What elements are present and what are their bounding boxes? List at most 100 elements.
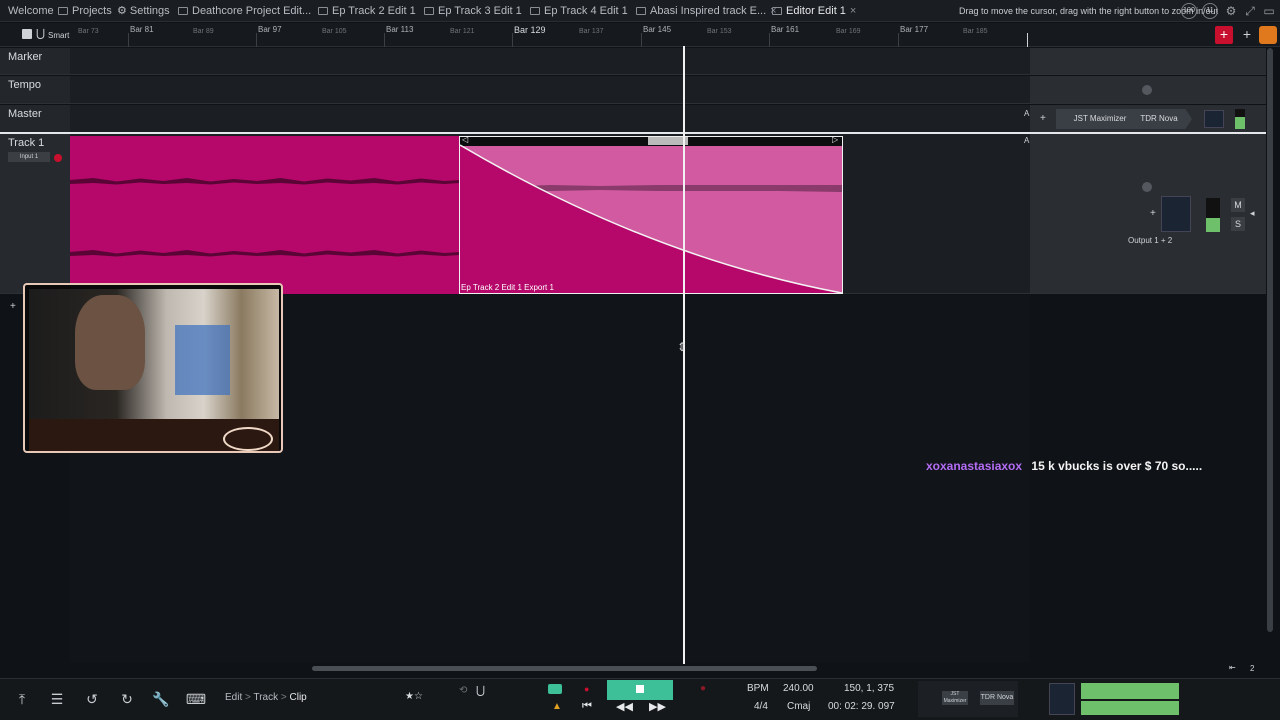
cursor-icon: ⇕ [677,340,688,354]
breadcrumb-edit[interactable]: Edit [225,692,242,703]
key-signature[interactable]: Cmaj [787,701,810,712]
loop-end-marker[interactable] [1027,33,1028,47]
master-lane[interactable] [70,105,1030,132]
horizontal-scrollbar[interactable] [312,666,817,671]
tempo-panel [1030,76,1266,103]
tempo-track-header[interactable]: Tempo [0,76,70,103]
snap-mode-label[interactable]: Smart [48,31,69,40]
tab-ep-track-2[interactable]: Ep Track 2 Edit 1 [318,0,416,22]
tab-ep-track-3[interactable]: Ep Track 3 Edit 1 [424,0,522,22]
bar-label: Bar 169 [836,28,861,35]
settings-gear-icon[interactable]: ⚙ [1224,4,1238,18]
tab-projects[interactable]: Projects [58,0,112,22]
redo-icon[interactable]: ↻ [115,687,139,711]
tab-deathcore-project[interactable]: Deathcore Project Edit... [178,0,311,22]
master-meter-right [1081,701,1179,715]
breadcrumb-clip[interactable]: Clip [290,692,307,703]
webcam-overlay [23,283,283,453]
wrench-icon[interactable]: 🔧 [149,687,173,711]
track-1-level-meter [1206,198,1220,232]
disk-meter-icon[interactable]: 11 [1202,3,1218,19]
zoom-indicator[interactable]: 2 [1250,664,1254,673]
record-arm-icon[interactable] [54,154,62,162]
playhead[interactable] [683,46,685,664]
automation-icon[interactable]: A [1024,109,1029,118]
stop-button[interactable] [607,680,673,700]
track-1-plugin-panel: A + M S ◂ Output 1 + 2 [1024,134,1266,293]
speaker-icon[interactable]: ◂ [1250,208,1255,219]
add-track-button[interactable]: + [1215,26,1233,44]
tab-editor-edit-1[interactable]: Editor Edit 1 × [772,0,856,22]
rewind-icon[interactable]: ◀◀ [616,700,633,713]
automation-icon[interactable]: A [1024,136,1029,145]
export-icon[interactable]: ⤒ [10,687,34,711]
position-time[interactable]: 00: 02: 29. 097 [828,701,895,712]
folder-icon [58,7,68,15]
master-level-meter [1235,109,1245,129]
track-1-input[interactable]: Input 1 [8,152,50,162]
minimize-icon[interactable]: ▭ [1262,4,1276,18]
go-to-start-icon[interactable]: ⏮ [582,700,592,713]
master-track-header[interactable]: Master [0,105,70,132]
add-plugin-icon[interactable]: + [1040,113,1046,124]
tab-settings[interactable]: ⚙ Settings [117,0,170,22]
tab-welcome[interactable]: Welcome [8,0,54,22]
vertical-scrollbar[interactable] [1267,48,1273,632]
marker-panel [1030,48,1266,74]
master-output-icon[interactable] [1204,110,1224,128]
add-track-icon[interactable]: + [10,301,16,312]
pc-case-image [175,325,230,395]
breadcrumb: Edit > Track > Clip [225,692,307,703]
chat-username: xoxanastasiaxox [926,459,1023,473]
warning-icon[interactable]: ▲ [552,701,562,712]
keyboard-icon[interactable]: ⌨ [184,687,208,711]
record-button[interactable]: ● [700,683,706,694]
clip-name-label: Ep Track 2 Edit 1 Export 1 [461,283,554,292]
timeline-ruler[interactable]: ⋃ Smart Bar 73 Bar 81 Bar 89 Bar 97 Bar … [0,23,1280,47]
cpu-meter-icon[interactable]: 100 [1181,3,1197,19]
fast-forward-icon[interactable]: ▶▶ [649,700,666,713]
add-icon[interactable]: + [1238,26,1256,44]
edit-icon [178,7,188,15]
favorite-star-icon[interactable]: ★☆ [405,691,423,702]
zoom-arrows-icon[interactable]: ⇤ [1229,663,1236,672]
knob-icon[interactable] [1142,85,1152,95]
plugin-tdr-nova[interactable]: TDR Nova [1126,109,1192,129]
output-device-icon[interactable] [1049,683,1075,715]
close-icon[interactable]: × [850,5,856,17]
tempo-lane[interactable] [70,76,1030,103]
snap-icon[interactable] [22,29,32,39]
play-mode-icon[interactable] [548,684,562,694]
position-bars[interactable]: 150, 1, 375 [844,683,894,694]
snap-magnet-icon[interactable]: ⋃ [476,684,485,697]
tab-abasi-inspired[interactable]: Abasi Inspired track E... × [636,0,777,22]
record-mode-icon[interactable]: ● [584,684,600,694]
master-track: Master A + JST Maximizer TDR Nova [0,105,1266,133]
marker-track-header[interactable]: Marker [0,48,70,74]
fullscreen-icon[interactable]: ⤢ [1243,4,1257,18]
track-1-header[interactable]: Track 1 Input 1 [0,134,70,293]
loop-icon[interactable]: ⟲ [459,685,467,696]
mute-button[interactable]: M [1231,198,1245,212]
pan-knob-icon[interactable] [1142,182,1152,192]
browser-icon[interactable] [1259,26,1277,44]
track-output-icon[interactable] [1161,196,1191,232]
bpm-value[interactable]: 240.00 [783,683,814,694]
marker-lane[interactable] [70,48,1030,74]
fade-curve [460,144,842,293]
tab-ep-track-4[interactable]: Ep Track 4 Edit 1 [530,0,628,22]
audio-clip[interactable] [70,136,460,294]
undo-icon[interactable]: ↺ [80,687,104,711]
time-signature[interactable]: 4/4 [754,701,768,712]
person-image [75,295,145,390]
bar-label: Bar 161 [771,25,800,34]
magnet-icon[interactable]: ⋃ [36,27,45,40]
mini-plugin-tdr[interactable]: TDR Nova [980,691,1014,705]
edit-icon [636,7,646,15]
solo-button[interactable]: S [1231,217,1245,231]
breadcrumb-track[interactable]: Track [253,692,278,703]
menu-icon[interactable]: ☰ [45,687,69,711]
selected-audio-clip[interactable]: ◁ ▷ Ep Track 2 Edit 1 Export 1 [459,135,843,294]
add-plugin-icon[interactable]: + [1150,208,1156,219]
mini-plugin-jst[interactable]: JST Maximizer [942,691,968,705]
